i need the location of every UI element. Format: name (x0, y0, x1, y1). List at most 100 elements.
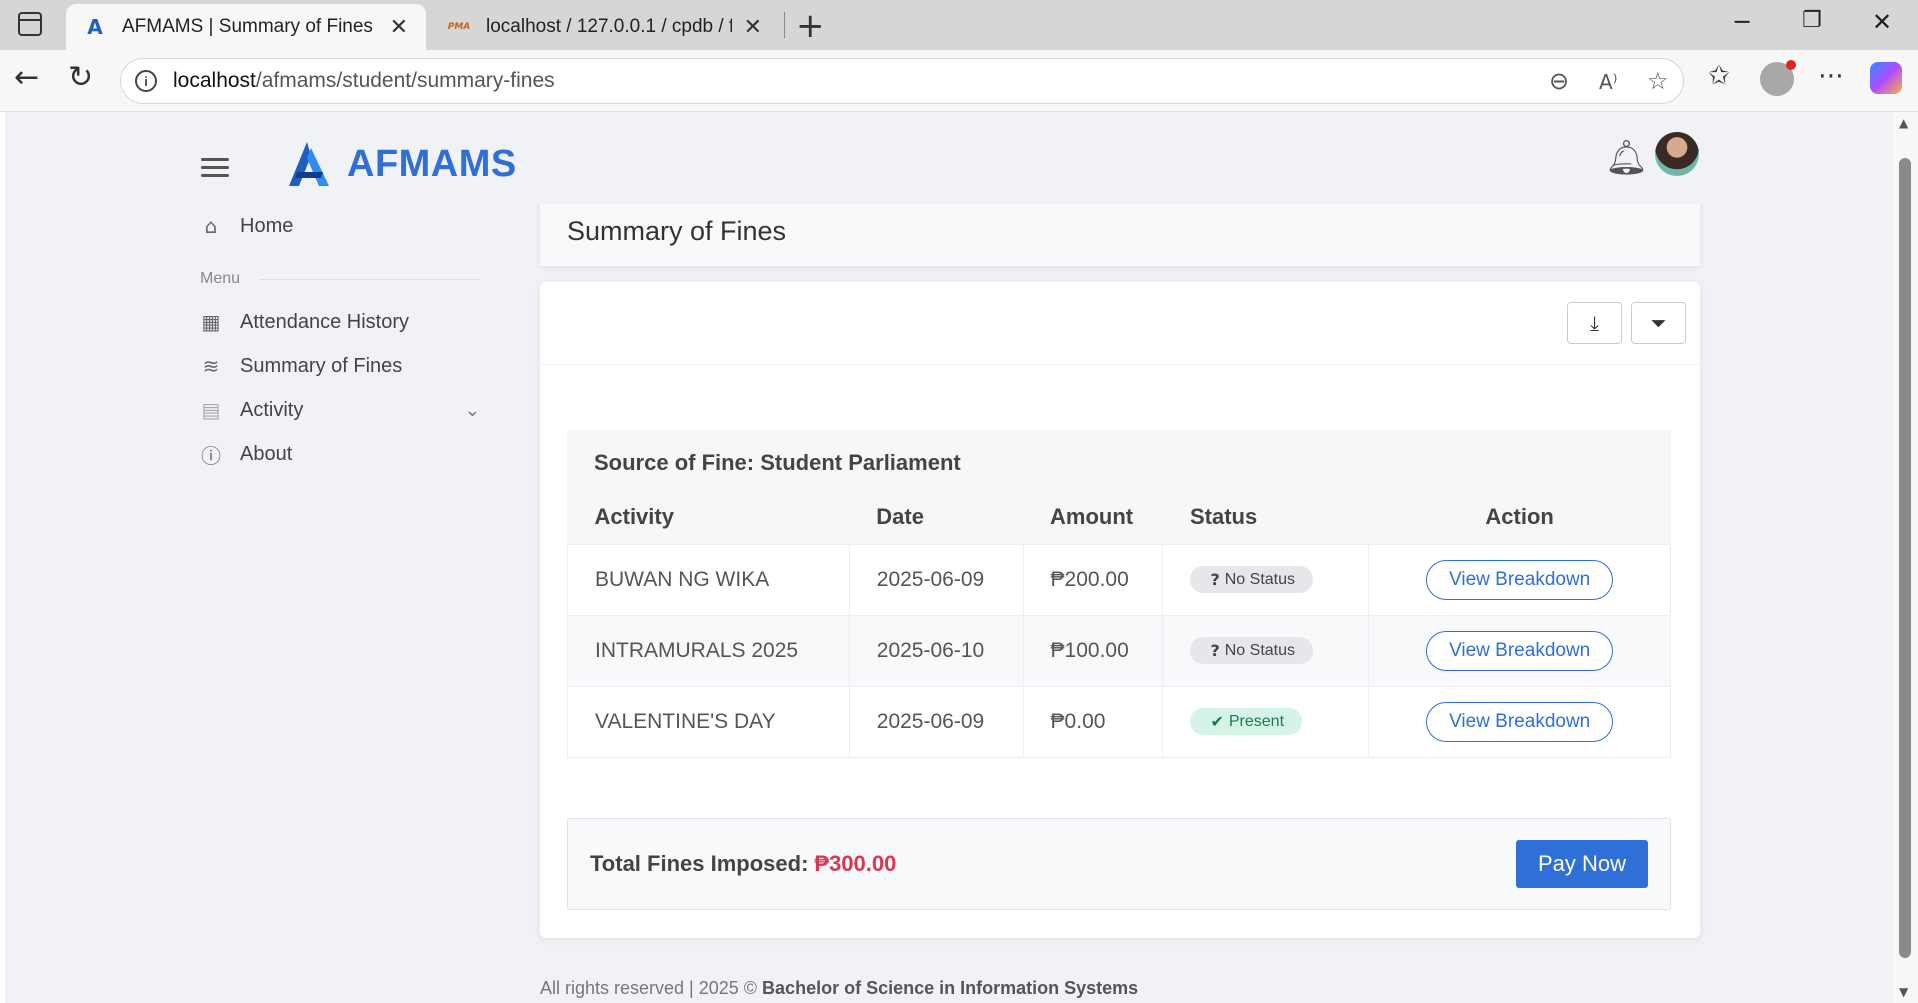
home-icon: ⌂ (204, 214, 218, 238)
status-badge: ? No Status (1190, 566, 1314, 593)
zoom-out-icon[interactable]: ⊖ (1549, 67, 1569, 95)
afmams-logo-icon: A (87, 15, 103, 39)
sidebar-item-home[interactable]: ⌂ Home (200, 204, 480, 248)
date-cell: 2025-06-10 (848, 614, 1024, 687)
sidebar: ⌂ Home Menu ▦ Attendance History ≋ Summa… (200, 204, 480, 476)
status-badge: ? No Status (1190, 637, 1314, 664)
total-fines-amount: ₱300.00 (814, 851, 897, 876)
status-badge: ✔ Present (1190, 708, 1303, 735)
activity-cell: INTRAMURALS 2025 (567, 614, 850, 687)
check-icon: ✔ (1210, 712, 1224, 731)
new-tab-icon[interactable]: + (796, 6, 825, 46)
hamburger-menu-icon[interactable] (201, 158, 229, 178)
sidebar-item-label: Home (240, 214, 294, 237)
favorite-star-icon[interactable]: ☆ (1647, 67, 1669, 95)
total-fines-box: Total Fines Imposed: ₱300.00 Pay Now (567, 818, 1671, 910)
card-toolbar: ⤓ ⏷ (540, 282, 1700, 365)
sidebar-item-activity[interactable]: ▤ Activity ⌄ (200, 388, 480, 432)
table-row: INTRAMURALS 2025 2025-06-10 ₱100.00 ? No … (567, 614, 1671, 687)
fines-table-section: Source of Fine: Student Parliament Activ… (567, 430, 1671, 758)
view-breakdown-button[interactable]: View Breakdown (1426, 630, 1614, 671)
action-cell: View Breakdown (1368, 614, 1671, 687)
sidebar-item-attendance-history[interactable]: ▦ Attendance History (200, 300, 480, 344)
sidebar-item-summary-of-fines[interactable]: ≋ Summary of Fines (200, 344, 480, 388)
url-text: localhost/afmams/student/summary-fines (173, 69, 555, 92)
favorites-icon[interactable]: ✩ (1708, 61, 1730, 91)
filter-button[interactable]: ⏷ (1631, 302, 1686, 344)
status-cell: ✔ Present (1162, 685, 1370, 758)
tab-divider (784, 12, 785, 38)
download-button[interactable]: ⤓ (1567, 302, 1622, 344)
column-header-date: Date (876, 503, 924, 529)
site-info-icon[interactable]: i (135, 70, 157, 92)
amount-cell: ₱100.00 (1022, 614, 1164, 687)
date-cell: 2025-06-09 (848, 543, 1024, 616)
table-row: BUWAN NG WIKA 2025-06-09 ₱200.00 ? No Sta… (567, 543, 1671, 616)
close-tab-icon[interactable]: ✕ (390, 15, 408, 40)
sidebar-item-label: Summary of Fines (240, 354, 403, 377)
sidebar-item-label: About (240, 442, 293, 465)
sidebar-item-about[interactable]: ⓘ About (200, 432, 480, 476)
coins-icon: ≋ (202, 354, 220, 378)
minimize-icon[interactable]: ─ (1735, 8, 1749, 36)
address-bar[interactable]: i localhost/afmams/student/summary-fines… (120, 58, 1684, 104)
app-topbar: AFMAMS 🔔︎ (5, 112, 1893, 204)
page-scrollbar[interactable]: ▲ ▼ (1893, 112, 1918, 1003)
afmams-logo-icon (289, 142, 329, 186)
sidebar-section-label: Menu (200, 270, 480, 288)
user-avatar[interactable] (1655, 132, 1699, 176)
table-header-row: Activity Date Amount Status Action (568, 490, 1671, 544)
date-cell: 2025-06-09 (848, 685, 1024, 758)
refresh-icon[interactable]: ↻ (68, 60, 93, 95)
page-viewport: AFMAMS 🔔︎ ⌂ Home Menu ▦ Attendance Histo… (5, 112, 1893, 1003)
scroll-up-icon[interactable]: ▲ (1899, 116, 1908, 130)
question-icon: ? (1210, 570, 1220, 589)
address-toolbar: ← ↻ i localhost/afmams/student/summary-f… (0, 50, 1918, 112)
amount-cell: ₱0.00 (1022, 685, 1164, 758)
restore-icon[interactable]: ❐ (1802, 8, 1822, 33)
tab-afmams[interactable]: A AFMAMS | Summary of Fines ✕ (66, 4, 426, 50)
action-cell: View Breakdown (1368, 543, 1671, 616)
tab-title: AFMAMS | Summary of Fines (122, 16, 373, 37)
fines-table: Activity Date Amount Status Action BUWAN… (567, 490, 1671, 758)
sidebar-item-label: Activity (240, 398, 304, 421)
more-options-icon[interactable]: ⋯ (1818, 61, 1844, 91)
fine-source-label: Source of Fine: Student Parliament (594, 450, 961, 475)
tab-phpmyadmin[interactable]: PMA localhost / 127.0.0.1 / cpdb / fines… (430, 4, 780, 50)
table-row: VALENTINE'S DAY 2025-06-09 ₱0.00 ✔ Presen… (567, 685, 1671, 758)
tab-actions-icon[interactable] (18, 12, 42, 36)
close-tab-icon[interactable]: ✕ (744, 15, 762, 40)
pay-now-button[interactable]: Pay Now (1515, 840, 1648, 888)
total-fines-label: Total Fines Imposed: (590, 851, 809, 876)
app-logo[interactable]: AFMAMS (285, 140, 517, 188)
fines-card: ⤓ ⏷ Source of Fine: Student Parliament A… (540, 282, 1700, 938)
notification-bell-icon[interactable]: 🔔︎ (1605, 138, 1648, 178)
page-footer: All rights reserved | 2025 © Bachelor of… (540, 978, 1139, 998)
activity-cell: BUWAN NG WIKA (567, 543, 850, 616)
column-header-action: Action (1485, 503, 1554, 529)
download-icon: ⤓ (1590, 311, 1599, 335)
read-aloud-icon[interactable]: A⁾ (1599, 70, 1618, 94)
sidebar-item-label: Attendance History (240, 310, 409, 333)
chevron-down-icon[interactable]: ⌄ (465, 400, 480, 421)
footer-org: Bachelor of Science in Information Syste… (762, 978, 1139, 998)
browser-tab-bar: A AFMAMS | Summary of Fines ✕ PMA localh… (0, 0, 1918, 50)
copilot-icon[interactable] (1870, 62, 1902, 94)
filter-icon: ⏷ (1650, 311, 1667, 335)
question-icon: ? (1210, 641, 1220, 660)
column-header-amount: Amount (1050, 503, 1134, 529)
view-breakdown-button[interactable]: View Breakdown (1426, 701, 1614, 742)
brand-name: AFMAMS (347, 142, 517, 185)
view-breakdown-button[interactable]: View Breakdown (1426, 559, 1614, 600)
scrollbar-thumb[interactable] (1899, 158, 1911, 958)
activity-cell: VALENTINE'S DAY (567, 685, 850, 758)
page-title: Summary of Fines (567, 216, 787, 246)
close-window-icon[interactable]: ✕ (1872, 8, 1892, 36)
back-icon[interactable]: ← (14, 60, 39, 95)
amount-cell: ₱200.00 (1022, 543, 1164, 616)
column-header-status: Status (1189, 503, 1258, 529)
action-cell: View Breakdown (1368, 685, 1671, 758)
profile-avatar-icon[interactable] (1760, 60, 1796, 96)
info-icon: ⓘ (201, 443, 221, 468)
scroll-down-icon[interactable]: ▼ (1899, 985, 1908, 999)
